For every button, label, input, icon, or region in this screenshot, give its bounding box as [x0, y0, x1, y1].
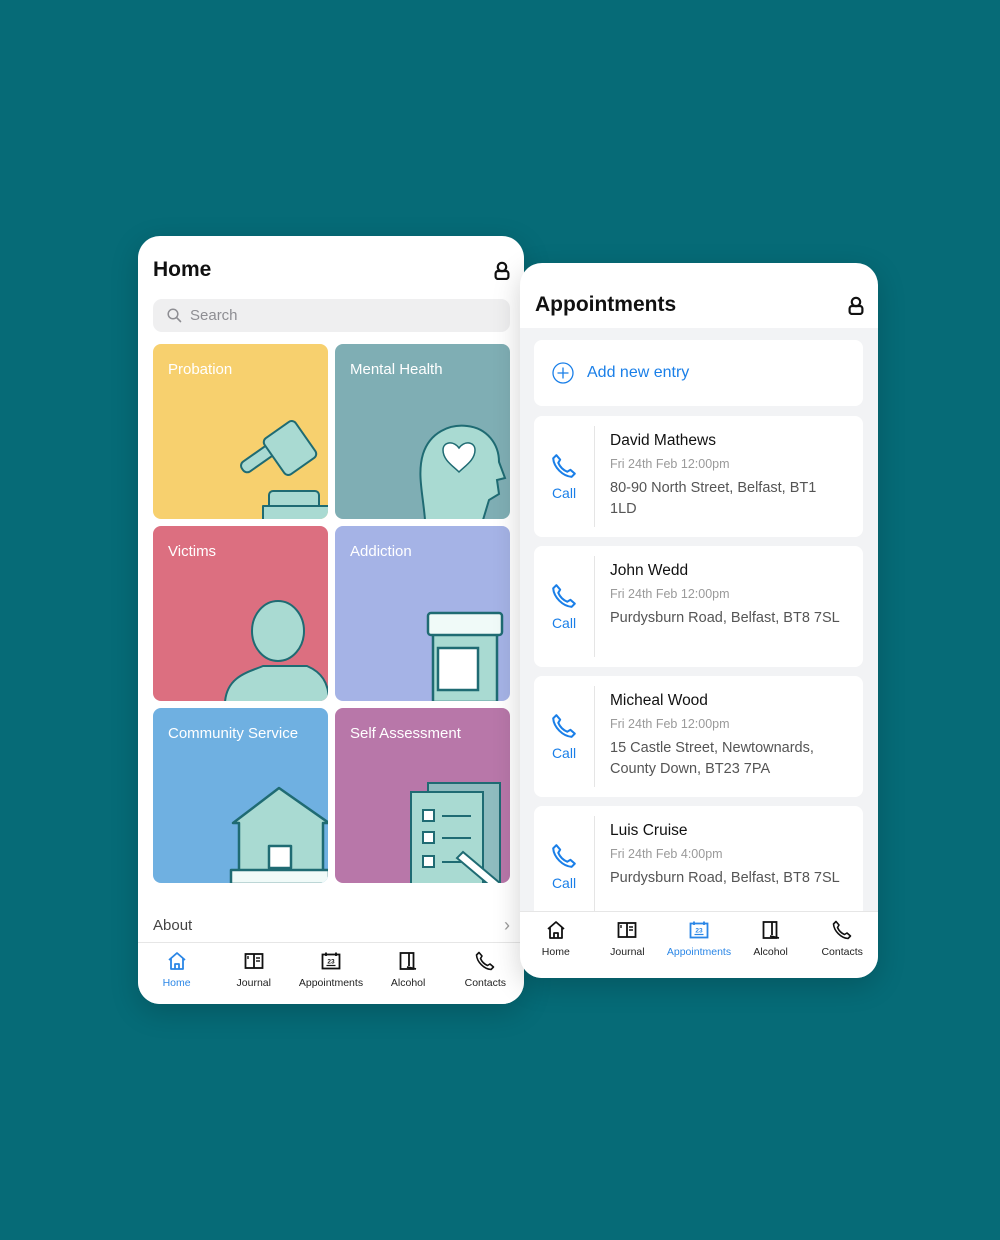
tab-label: Contacts: [464, 977, 507, 989]
tab-contacts[interactable]: Contacts: [806, 912, 878, 978]
tab-home[interactable]: Home: [520, 912, 592, 978]
home-icon: [168, 952, 186, 970]
page-title: Home: [153, 258, 212, 281]
tab-bar: Home Journal 23 Appointments Alcohol Con…: [138, 942, 524, 1004]
appointment-time: Fri 24th Feb 4:00pm: [610, 847, 723, 861]
call-label: Call: [551, 485, 577, 501]
call-button[interactable]: Call: [534, 426, 595, 527]
tile-probation[interactable]: Probation: [153, 344, 328, 519]
appointment-time: Fri 24th Feb 12:00pm: [610, 457, 730, 471]
head-heart-icon: [419, 424, 507, 519]
contact-name: David Mathews: [610, 432, 716, 449]
tab-label: Journal: [610, 946, 645, 958]
appointments-list: Add new entry Call David Mathews Fri 24t…: [520, 328, 878, 912]
appointments-header: Appointments: [535, 293, 864, 317]
tab-label: Alcohol: [753, 946, 788, 958]
journal-icon: [244, 953, 264, 969]
call-button[interactable]: Call: [534, 686, 595, 787]
tile-victims[interactable]: Victims: [153, 526, 328, 701]
phone-icon: [552, 454, 576, 478]
contact-name: John Wedd: [610, 562, 689, 579]
tab-bar: Home Journal 23 Appointments Alcohol Con…: [520, 911, 878, 978]
search-placeholder: Search: [190, 307, 238, 324]
phone-icon: [476, 951, 495, 971]
tab-alcohol[interactable]: Alcohol: [372, 943, 444, 1004]
tile-community-service[interactable]: Community Service: [153, 708, 328, 883]
tab-contacts[interactable]: Contacts: [449, 943, 521, 1004]
search-icon: [167, 308, 182, 323]
about-row[interactable]: About ›: [153, 912, 510, 938]
tab-alcohol[interactable]: Alcohol: [735, 912, 807, 978]
tab-home[interactable]: Home: [141, 943, 213, 1004]
home-icon: [547, 921, 565, 939]
person-icon: [224, 600, 328, 701]
pill-bottle-icon: [426, 611, 504, 701]
appointment-card[interactable]: Call Micheal Wood Fri 24th Feb 12:00pm 1…: [534, 676, 863, 797]
tab-label: Contacts: [821, 946, 863, 958]
search-input[interactable]: Search: [153, 299, 510, 332]
appointment-address: Purdysburn Road, Belfast, BT8 7SL: [610, 610, 840, 626]
tab-label: Home: [541, 946, 570, 958]
add-new-entry-label: Add new entry: [587, 364, 690, 381]
call-label: Call: [551, 745, 577, 761]
home-screen: Home Search Probation Mental Health Vict…: [138, 236, 524, 1004]
journal-icon: [617, 922, 637, 938]
chevron-right-icon: ›: [504, 914, 510, 935]
gavel-icon: [240, 420, 328, 519]
tab-appointments[interactable]: 23 Appointments: [663, 912, 735, 978]
appointment-address: Purdysburn Road, Belfast, BT8 7SL: [610, 870, 840, 886]
svg-text:23: 23: [327, 959, 335, 966]
lock-icon[interactable]: [848, 296, 864, 315]
phone-icon: [552, 714, 576, 738]
contact-name: Micheal Wood: [610, 692, 708, 709]
appointments-screen: Appointments Add new entry Call David Ma…: [520, 263, 878, 978]
appointment-card[interactable]: Call Luis Cruise Fri 24th Feb 4:00pm Pur…: [534, 806, 863, 912]
home-header: Home: [153, 258, 510, 282]
lock-icon[interactable]: [494, 261, 510, 280]
phone-icon: [552, 844, 576, 868]
appointment-address: 15 Castle Street, Newtownards, County Do…: [610, 740, 814, 777]
tab-label: Appointments: [666, 946, 732, 958]
page-title: Appointments: [535, 293, 677, 316]
tab-label: Alcohol: [390, 977, 426, 989]
tab-journal[interactable]: Journal: [218, 943, 290, 1004]
add-new-entry-button[interactable]: Add new entry: [534, 340, 863, 406]
tile-mental-health[interactable]: Mental Health: [335, 344, 510, 519]
alcohol-icon: [399, 952, 417, 970]
appointment-card[interactable]: Call David Mathews Fri 24th Feb 12:00pm …: [534, 416, 863, 537]
tab-journal[interactable]: Journal: [592, 912, 664, 978]
plus-circle-icon: [552, 362, 574, 384]
calendar-icon: 23: [321, 952, 341, 970]
call-label: Call: [551, 875, 577, 891]
appointment-time: Fri 24th Feb 12:00pm: [610, 717, 730, 731]
tab-appointments[interactable]: 23 Appointments: [295, 943, 367, 1004]
tab-label: Journal: [236, 977, 271, 989]
call-button[interactable]: Call: [534, 816, 595, 912]
contact-name: Luis Cruise: [610, 822, 688, 839]
calendar-icon: 23: [689, 921, 709, 939]
phone-icon: [832, 920, 852, 940]
phone-icon: [552, 584, 576, 608]
alcohol-icon: [762, 921, 779, 939]
tab-label: Home: [162, 977, 191, 989]
call-label: Call: [551, 615, 577, 631]
svg-text:23: 23: [695, 928, 703, 935]
appointment-address: 80-90 North Street, Belfast, BT1 1LD: [610, 480, 817, 517]
category-grid: Probation Mental Health Victims Addictio…: [153, 344, 510, 883]
tile-addiction[interactable]: Addiction: [335, 526, 510, 701]
about-label: About: [153, 916, 193, 934]
appointment-time: Fri 24th Feb 12:00pm: [610, 587, 730, 601]
tile-self-assessment[interactable]: Self Assessment: [335, 708, 510, 883]
checklist-icon: [410, 782, 502, 883]
house-icon: [229, 786, 328, 883]
call-button[interactable]: Call: [534, 556, 595, 657]
appointment-card[interactable]: Call John Wedd Fri 24th Feb 12:00pm Purd…: [534, 546, 863, 667]
tab-label: Appointments: [298, 977, 364, 989]
